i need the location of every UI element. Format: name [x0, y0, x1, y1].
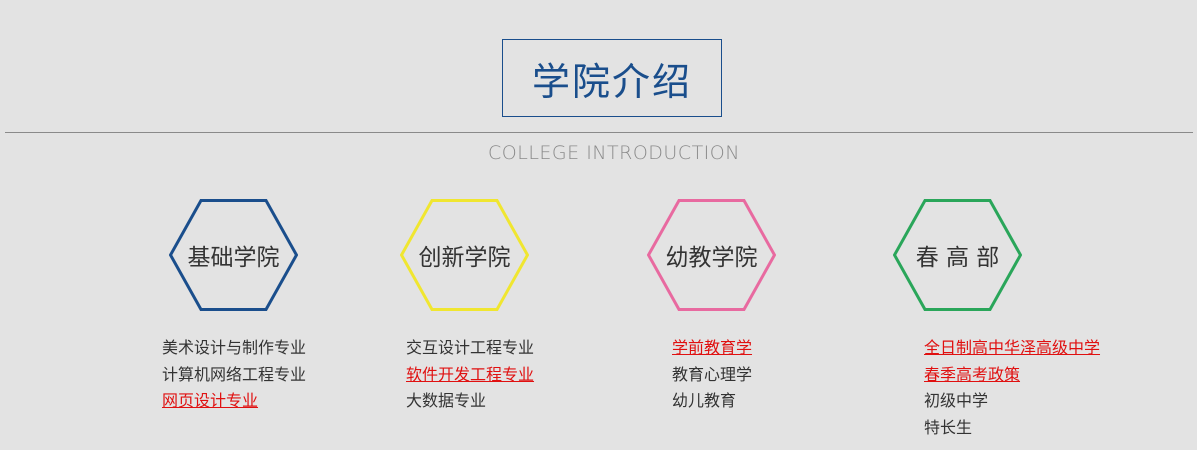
major-link[interactable]: 美术设计与制作专业 — [162, 335, 306, 362]
college-name: 创新学院 — [418, 245, 511, 271]
college-hexagon-jichu[interactable]: 基础学院 — [169, 199, 298, 311]
major-link[interactable]: 教育心理学 — [672, 362, 752, 389]
major-link[interactable]: 大数据专业 — [406, 388, 534, 415]
college-hexagon-chungao[interactable]: 春 高 部 — [893, 199, 1022, 311]
major-link[interactable]: 全日制高中华泽高级中学 — [924, 335, 1100, 362]
major-link[interactable]: 春季高考政策 — [924, 362, 1100, 389]
college-major-list: 学前教育学 教育心理学 幼儿教育 — [672, 335, 752, 415]
college-hexagon-youjiao[interactable]: 幼教学院 — [647, 199, 776, 311]
college-major-list: 交互设计工程专业 软件开发工程专业 大数据专业 — [406, 335, 534, 415]
major-link[interactable]: 幼儿教育 — [672, 388, 752, 415]
major-link[interactable]: 软件开发工程专业 — [406, 362, 534, 389]
section-subtitle: COLLEGE INTRODUCTION — [488, 142, 740, 164]
college-hexagon-chuangxin[interactable]: 创新学院 — [400, 199, 529, 311]
college-major-list: 美术设计与制作专业 计算机网络工程专业 网页设计专业 — [162, 335, 306, 415]
college-name: 春 高 部 — [915, 245, 1000, 271]
major-link[interactable]: 计算机网络工程专业 — [162, 362, 306, 389]
major-link[interactable]: 学前教育学 — [672, 335, 752, 362]
major-link[interactable]: 初级中学 — [924, 388, 1100, 415]
college-major-list: 全日制高中华泽高级中学 春季高考政策 初级中学 特长生 — [924, 335, 1100, 441]
divider-line — [5, 132, 1193, 133]
section-title: 学院介绍 — [502, 39, 722, 117]
college-name: 基础学院 — [187, 245, 280, 271]
college-name: 幼教学院 — [665, 245, 758, 271]
major-link[interactable]: 交互设计工程专业 — [406, 335, 534, 362]
major-link[interactable]: 网页设计专业 — [162, 388, 306, 415]
major-link[interactable]: 特长生 — [924, 415, 1100, 442]
